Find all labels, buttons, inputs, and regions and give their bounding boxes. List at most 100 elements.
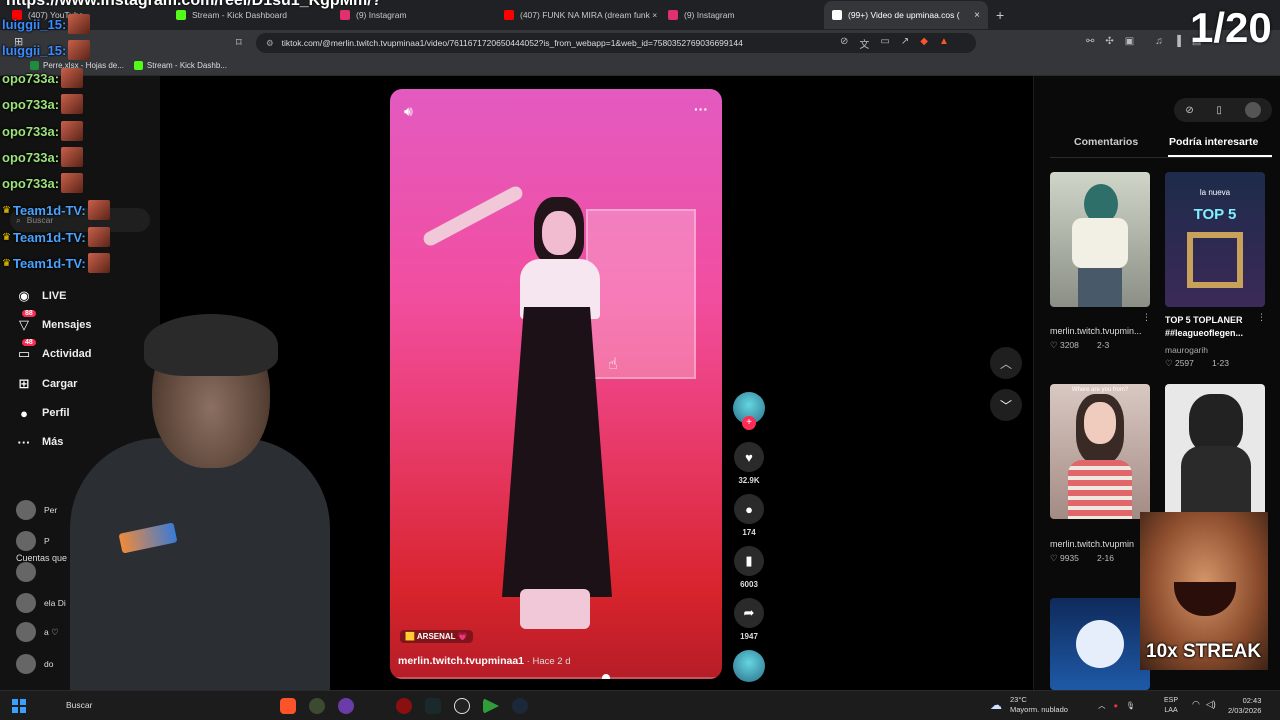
extension-icon[interactable]: ⚯ <box>1086 36 1094 47</box>
creator-avatar[interactable]: + <box>733 392 765 430</box>
music-disc-icon[interactable] <box>733 650 765 682</box>
language-indicator[interactable]: ESP LAA <box>1164 696 1178 716</box>
bookmarks-bar: Perre.xlsx - Hojas de... Stream - Kick Da… <box>0 56 1280 76</box>
compass-icon[interactable]: ⊘ <box>1185 105 1193 116</box>
previous-video-button[interactable]: ︿ <box>990 347 1022 379</box>
like-action[interactable]: ♥ 32.9K <box>732 442 766 485</box>
steam-icon[interactable] <box>512 698 528 714</box>
creator-avatar-action[interactable]: + <box>732 392 766 430</box>
recommended-thumbnail-4[interactable] <box>1165 384 1265 519</box>
video-player[interactable]: 🔊︎ ··· 🟨 ARSENAL 💗 merlin.twitch.tvupmin… <box>390 89 722 679</box>
share-action[interactable]: ➦ 1947 <box>732 598 766 641</box>
recommended-thumbnail-1[interactable] <box>1050 172 1150 307</box>
chat-username: Team1d-TV: <box>12 229 86 245</box>
bookmark-save-icon[interactable]: ▮ <box>734 546 764 576</box>
browser-tab[interactable]: (9) Instagram <box>660 1 824 29</box>
app-icon-4[interactable] <box>367 698 383 714</box>
translate-icon[interactable]: 文 <box>859 36 869 51</box>
system-clock[interactable]: 02:43 2/03/2026 <box>1228 696 1261 716</box>
tray-app-icon[interactable]: ● <box>1113 701 1118 710</box>
chevron-up-icon: ︿ <box>999 356 1012 371</box>
next-video-button[interactable]: ﹀ <box>990 389 1022 421</box>
sidebar-item-label: LIVE <box>42 290 67 302</box>
save-action[interactable]: ▮ 6003 <box>732 546 766 589</box>
no-translate-icon[interactable]: ⊘ <box>840 36 848 51</box>
terminal-icon[interactable] <box>425 698 441 714</box>
thumb-anime-hair <box>1189 394 1243 454</box>
card-title-3[interactable]: merlin.twitch.tvupmin <box>1050 539 1134 549</box>
wifi-icon[interactable]: ◠ <box>1192 699 1200 710</box>
obs-icon[interactable] <box>396 698 412 714</box>
weather-text: 23°C Mayorm. nublado <box>1010 695 1068 715</box>
tab-recommended[interactable]: Podría interesarte <box>1169 136 1258 148</box>
share-icon[interactable]: ↗ <box>901 36 909 51</box>
streamlabs-icon[interactable] <box>454 698 470 714</box>
bookmark-item[interactable]: Stream - Kick Dashb... <box>133 61 227 70</box>
card-author-2[interactable]: maurogarih <box>1165 345 1208 355</box>
more-options-icon[interactable]: ··· <box>694 101 708 117</box>
lang-code: ESP <box>1164 697 1179 704</box>
tray-status-icons: ◠ ◁) <box>1192 699 1216 710</box>
follow-plus-icon[interactable]: + <box>742 416 756 430</box>
brave-shield-icon[interactable]: ◆ <box>920 36 928 51</box>
cast-icon[interactable]: ▭ <box>880 36 889 51</box>
chat-emote-image <box>87 200 110 220</box>
card-date-3: 2-16 <box>1097 553 1115 563</box>
brave-rewards-icon[interactable]: ▲ <box>939 36 949 51</box>
site-settings-icon[interactable]: ⚙ <box>266 38 274 49</box>
card-more-icon-1[interactable]: ⋮ <box>1142 312 1151 323</box>
sidebar-toggle-icon[interactable]: ▐ <box>1174 36 1181 47</box>
heart-icon[interactable]: ♥ <box>734 442 764 472</box>
notification-badge: 88 <box>22 310 36 317</box>
puzzle-icon[interactable]: ✣ <box>1105 36 1113 47</box>
brave-browser-icon[interactable] <box>280 698 296 714</box>
microphone-icon[interactable]: 🎙︎ <box>1126 701 1136 710</box>
recommended-thumbnail-3[interactable]: Where are you from? <box>1050 384 1150 519</box>
video-figure-face <box>542 211 576 255</box>
card-title-2[interactable]: TOP 5 TOPLANER ##leagueoflegen... <box>1165 314 1259 340</box>
taskbar-apps <box>280 698 528 714</box>
crown-icon: ♛ <box>2 231 11 243</box>
card-more-icon-2[interactable]: ⋮ <box>1257 312 1266 323</box>
sidebar-item-live[interactable]: ◉ LIVE <box>16 288 66 304</box>
tab-comments[interactable]: Comentarios <box>1074 136 1138 148</box>
chat-username: opo733a: <box>2 70 60 86</box>
comment-icon[interactable]: ● <box>734 494 764 524</box>
comment-action[interactable]: ● 174 <box>732 494 766 537</box>
browser-tab[interactable]: (99+) Video de upminaa.cos (× <box>824 1 988 29</box>
panel-toolbar: ⊘ ▯ <box>1174 98 1272 122</box>
user-avatar[interactable] <box>1244 102 1261 118</box>
wallet-icon[interactable]: ▣ <box>1125 36 1134 47</box>
share-arrow-icon[interactable]: ➦ <box>734 598 764 628</box>
phone-icon[interactable]: ▯ <box>1216 105 1222 116</box>
chat-username: opo733a: <box>2 123 60 139</box>
browser-tab[interactable]: (407) FUNK NA MIRA (dream funk × <box>496 1 660 29</box>
video-tag[interactable]: 🟨 ARSENAL 💗 <box>400 630 473 643</box>
tray-chevron-icon[interactable]: ︿ <box>1098 700 1106 711</box>
video-author-name[interactable]: merlin.twitch.tvupminaa1 <box>398 655 524 667</box>
weather-desc: Mayorm. nublado <box>1010 705 1068 714</box>
chevron-down-icon: ﹀ <box>999 398 1012 413</box>
recommended-thumbnail-2[interactable]: la nueva TOP 5 <box>1165 172 1265 307</box>
recommended-thumbnail-5[interactable] <box>1050 598 1150 690</box>
windows-start-icon[interactable] <box>12 699 26 713</box>
music-icon[interactable]: ♫ <box>1155 36 1163 47</box>
card-title-1[interactable]: merlin.twitch.tvupmin... <box>1050 326 1142 336</box>
thumb-caption-small: la nueva <box>1199 188 1231 197</box>
bookmark-icon[interactable]: ⌑ <box>236 36 242 49</box>
streamer-webcam <box>20 314 365 690</box>
chat-message: opo733a: <box>2 173 84 193</box>
app-icon-3[interactable] <box>338 698 354 714</box>
tab-close-icon[interactable]: × <box>974 10 980 21</box>
video-progress-handle[interactable] <box>601 674 610 679</box>
app-icon-2[interactable] <box>309 698 325 714</box>
weather-widget[interactable]: ☁ 23°C Mayorm. nublado ︿ ● 🎙︎ <box>990 695 1136 715</box>
taskbar-search[interactable]: Buscar <box>66 700 92 710</box>
volume-icon[interactable]: 🔊︎ <box>404 103 413 120</box>
video-progress-bar[interactable] <box>390 677 722 679</box>
volume-tray-icon[interactable]: ◁) <box>1206 699 1216 710</box>
play-icon[interactable] <box>483 698 499 714</box>
new-tab-button[interactable]: + <box>996 7 1004 23</box>
music-disc-action[interactable] <box>732 650 766 682</box>
video-author[interactable]: merlin.twitch.tvupminaa1 · Hace 2 d <box>398 655 571 667</box>
